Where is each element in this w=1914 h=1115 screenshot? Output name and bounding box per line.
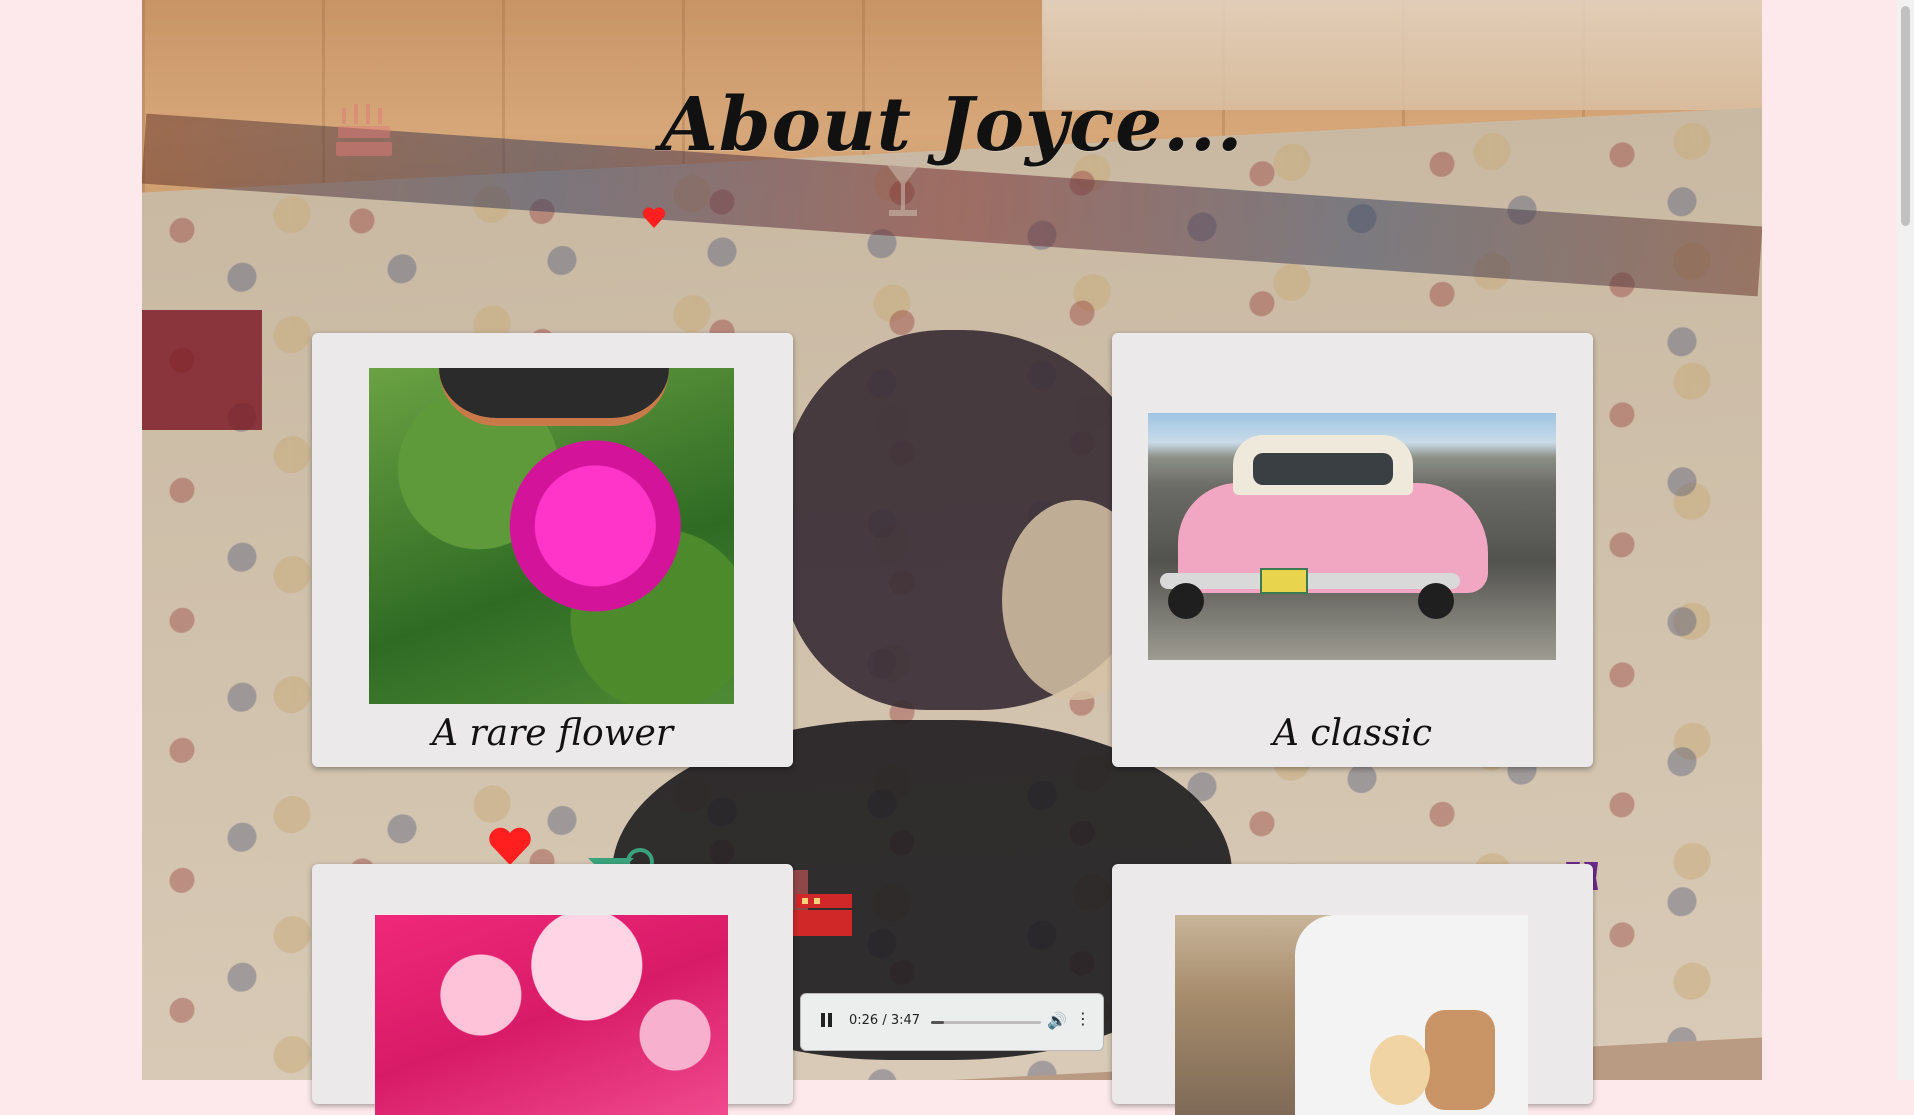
car-plate: [1260, 568, 1308, 594]
cocktail-glass-icon: [879, 154, 927, 216]
rug-red-patch: [142, 310, 262, 430]
car-seat: [1425, 1010, 1495, 1110]
card-caption: A classic: [1272, 713, 1433, 754]
car-wheel: [1168, 583, 1204, 619]
pause-button[interactable]: [821, 1013, 833, 1029]
car-bumper: [1160, 573, 1460, 589]
heart-icon: [642, 207, 666, 228]
photo-card: A rare flower: [312, 333, 793, 767]
card-photo-car: [1148, 413, 1556, 660]
audio-player: 0:26 / 3:47 🔊 ⋮: [800, 993, 1104, 1051]
more-options-icon[interactable]: ⋮: [1075, 1009, 1091, 1028]
page-scrollbar[interactable]: [1897, 0, 1914, 1080]
card-caption: A rare flower: [431, 713, 674, 754]
audio-time: 0:26 / 3:47: [849, 1013, 921, 1028]
heart-icon: [489, 827, 531, 865]
flower-pot: [439, 368, 669, 426]
driver-head: [1370, 1035, 1430, 1105]
card-photo-sky: [375, 915, 728, 1115]
car-window: [1253, 453, 1393, 485]
photo-card: [312, 864, 793, 1115]
photo-card: [1112, 864, 1593, 1115]
birthday-cake-icon: [336, 104, 392, 156]
car-wheel: [1418, 583, 1454, 619]
card-photo-car-driver: [1175, 915, 1528, 1115]
volume-icon[interactable]: 🔊: [1047, 1011, 1067, 1030]
photo-card: A classic: [1112, 333, 1593, 767]
audio-seek-slider[interactable]: [931, 1021, 1041, 1024]
scrollbar-thumb[interactable]: [1901, 6, 1910, 226]
audio-progress-fill: [931, 1021, 944, 1024]
card-photo-flower: [369, 368, 734, 704]
